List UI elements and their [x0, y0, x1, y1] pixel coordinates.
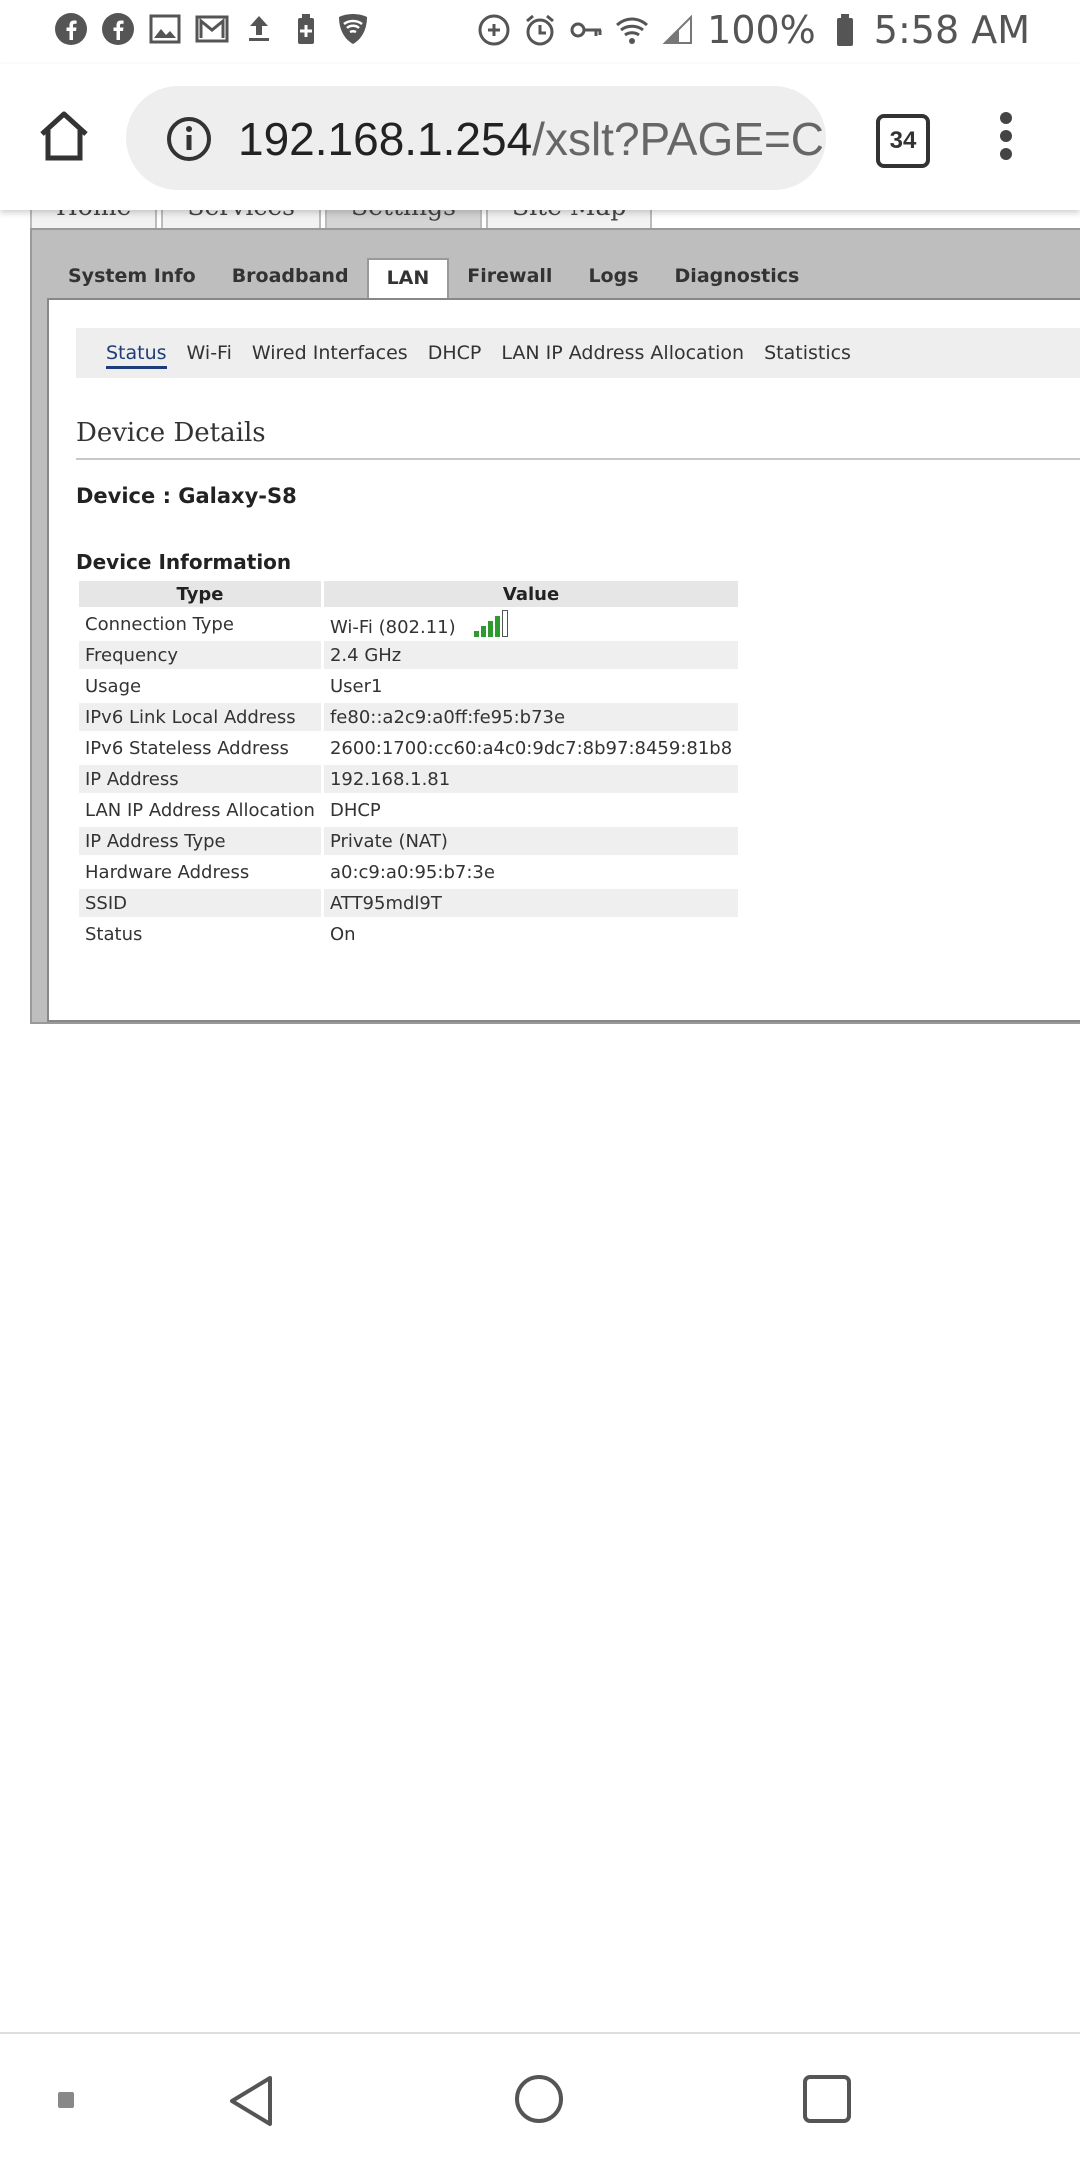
lan-panel: Status Wi-Fi Wired Interfaces DHCP LAN I…	[47, 298, 1080, 1022]
row-value: fe80::a2c9:a0ff:fe95:b73e	[323, 703, 739, 731]
row-type: IP Address	[79, 765, 321, 793]
device-info-heading: Device Information	[76, 550, 292, 574]
tab-switcher-button[interactable]: 34	[876, 114, 930, 168]
facebook-icon	[54, 12, 88, 46]
url-path: /xslt?PAGE=C	[532, 113, 825, 165]
tab-broadband[interactable]: Broadband	[214, 258, 367, 298]
table-row: SSID ATT95mdl9T	[79, 889, 739, 917]
row-type: Connection Type	[85, 613, 234, 635]
row-value: ATT95mdl9T	[323, 889, 739, 917]
tab-firewall[interactable]: Firewall	[449, 258, 570, 298]
battery-percent: 100%	[707, 8, 816, 52]
data-saver-icon	[477, 13, 511, 47]
home-icon	[40, 111, 88, 161]
lan-nav-ip-allocation[interactable]: LAN IP Address Allocation	[501, 338, 744, 368]
wifi-icon	[615, 13, 649, 47]
table-row: Frequency 2.4 GHz	[79, 641, 739, 669]
settings-sub-tabs: System Info Broadband LAN Firewall Logs …	[32, 258, 818, 300]
row-type: IP Address Type	[79, 827, 321, 855]
info-icon[interactable]	[166, 116, 212, 162]
status-bar: 100% 5:58 AM	[0, 0, 1080, 64]
row-type: IPv6 Stateless Address	[85, 737, 289, 759]
table-row: LAN IP Address Allocation DHCP	[79, 796, 738, 824]
table-row: Status On	[79, 920, 738, 948]
home-circle-icon[interactable]	[514, 2074, 564, 2124]
row-type: SSID	[79, 889, 321, 917]
row-value: 2.4 GHz	[323, 641, 739, 669]
vpn-key-icon	[569, 13, 603, 47]
image-icon	[148, 12, 182, 46]
row-type: Frequency	[79, 641, 321, 669]
home-button[interactable]	[36, 108, 92, 164]
lan-nav-wired-interfaces[interactable]: Wired Interfaces	[252, 338, 408, 368]
connection-type-value: Wi-Fi (802.11)	[329, 616, 456, 638]
row-value: DHCP	[329, 799, 381, 821]
lan-nav-statistics[interactable]: Statistics	[764, 338, 851, 368]
clock: 5:58 AM	[873, 8, 1030, 52]
tab-home[interactable]: Home	[30, 210, 158, 230]
section-divider	[76, 458, 1080, 460]
browser-toolbar: 192.168.1.254/xslt?PAGE=C 34	[0, 64, 1080, 210]
table-row: Connection Type Wi-Fi (802.11)	[79, 609, 738, 638]
row-type: Usage	[85, 675, 142, 697]
top-tabs: Home Services Settings Site Map	[30, 210, 656, 230]
table-row: IPv6 Link Local Address fe80::a2c9:a0ff:…	[79, 703, 739, 731]
lan-nav-status[interactable]: Status	[106, 338, 167, 369]
tab-system-info[interactable]: System Info	[50, 258, 214, 298]
settings-frame: System Info Broadband LAN Firewall Logs …	[30, 228, 1080, 1024]
system-status: 100% 5:58 AM	[477, 8, 1030, 52]
url-bar[interactable]: 192.168.1.254/xslt?PAGE=C	[126, 86, 826, 190]
back-icon[interactable]	[226, 2074, 276, 2128]
tab-services[interactable]: Services	[161, 210, 321, 230]
row-value: Private (NAT)	[323, 827, 739, 855]
row-type: IPv6 Link Local Address	[79, 703, 321, 731]
device-name: Device : Galaxy-S8	[76, 484, 297, 508]
column-header-value: Value	[323, 581, 739, 607]
table-row: IPv6 Stateless Address 2600:1700:cc60:a4…	[79, 734, 738, 762]
tab-settings[interactable]: Settings	[324, 210, 482, 230]
gmail-icon	[195, 12, 229, 46]
signal-strength-icon	[473, 609, 508, 637]
row-value: a0:c9:a0:95:b7:3e	[329, 861, 495, 883]
recents-small-icon[interactable]	[58, 2092, 74, 2108]
battery-saver-icon	[289, 12, 323, 46]
battery-icon	[828, 13, 862, 47]
cell-signal-icon	[661, 13, 695, 47]
device-info-table: Type Value Connection Type Wi-Fi (802.11…	[76, 578, 741, 951]
facebook-icon	[101, 12, 135, 46]
table-row: IP Address 192.168.1.81	[79, 765, 739, 793]
tab-logs[interactable]: Logs	[570, 258, 656, 298]
row-value: User1	[329, 675, 383, 697]
lan-nav: Status Wi-Fi Wired Interfaces DHCP LAN I…	[76, 328, 1080, 378]
tab-site-map[interactable]: Site Map	[485, 210, 653, 230]
overview-icon[interactable]	[802, 2074, 852, 2124]
shield-wifi-icon	[336, 12, 370, 46]
url-text[interactable]: 192.168.1.254/xslt?PAGE=C	[238, 112, 824, 166]
table-row: Hardware Address a0:c9:a0:95:b7:3e	[79, 858, 738, 886]
lan-nav-dhcp[interactable]: DHCP	[428, 338, 482, 368]
url-host: 192.168.1.254	[238, 113, 533, 165]
row-value: Wi-Fi (802.11)	[324, 609, 738, 638]
tab-diagnostics[interactable]: Diagnostics	[657, 258, 818, 298]
row-type: Hardware Address	[85, 861, 250, 883]
tab-lan[interactable]: LAN	[366, 258, 450, 300]
upload-icon	[242, 12, 276, 46]
table-row: Usage User1	[79, 672, 738, 700]
table-row: IP Address Type Private (NAT)	[79, 827, 739, 855]
alarm-icon	[523, 13, 557, 47]
system-navigation-bar	[0, 2032, 1080, 2162]
row-value: 2600:1700:cc60:a4c0:9dc7:8b97:8459:81b8	[329, 737, 733, 759]
lan-nav-wifi[interactable]: Wi-Fi	[187, 338, 232, 368]
page-content: Home Services Settings Site Map System I…	[0, 210, 1080, 2030]
row-value: 192.168.1.81	[323, 765, 739, 793]
notification-icons	[54, 12, 370, 46]
row-type: LAN IP Address Allocation	[85, 799, 315, 821]
column-header-type: Type	[79, 581, 321, 607]
row-value: On	[329, 923, 356, 945]
overflow-menu-button[interactable]	[996, 112, 1016, 168]
row-type: Status	[85, 923, 143, 945]
section-title: Device Details	[76, 418, 266, 448]
